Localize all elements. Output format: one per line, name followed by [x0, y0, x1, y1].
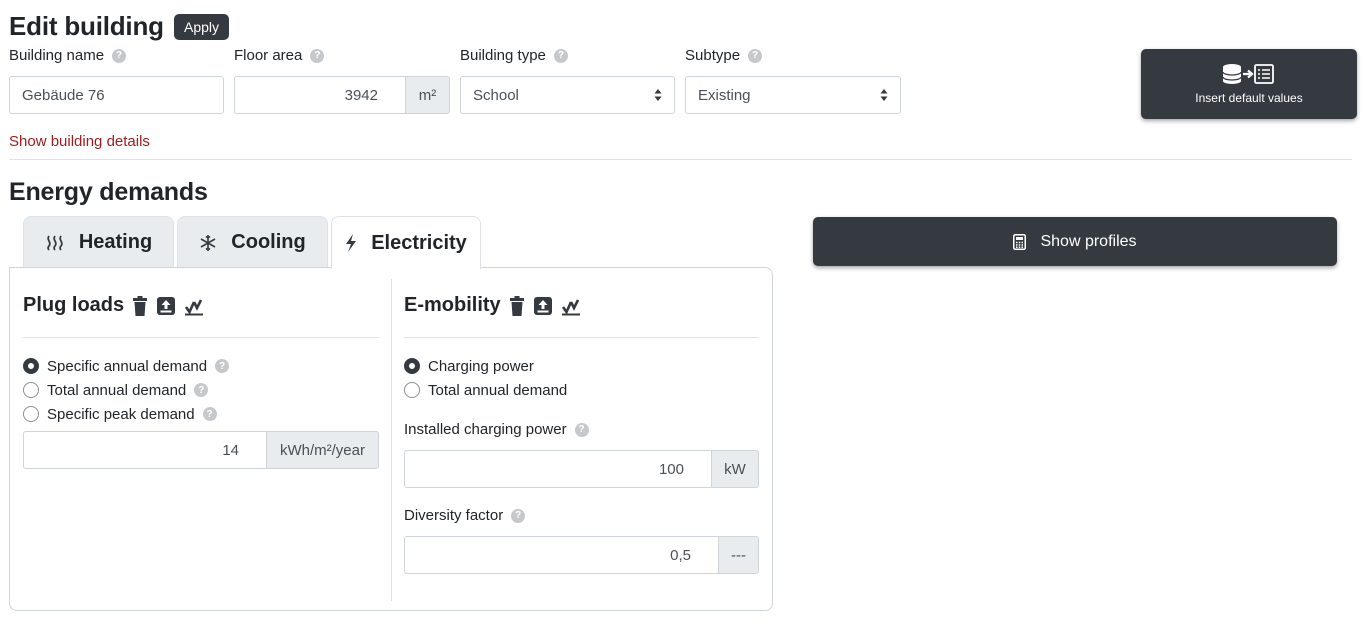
help-icon[interactable]: ? — [310, 48, 325, 63]
radio-total-annual-demand[interactable]: Total annual demand ? — [23, 378, 229, 402]
subtype-label: Subtype ? — [685, 47, 763, 64]
plug-loads-header: Plug loads — [23, 294, 204, 317]
installed-charging-power-label: Installed charging power ? — [404, 421, 589, 438]
trash-icon[interactable] — [509, 295, 525, 316]
diversity-factor-input[interactable]: 0,5 — [404, 536, 719, 574]
help-icon[interactable]: ? — [215, 359, 230, 373]
chart-edit-icon[interactable] — [561, 296, 581, 316]
help-icon[interactable]: ? — [574, 422, 589, 437]
installed-charging-power-unit: kW — [711, 450, 759, 488]
radio-button[interactable] — [404, 382, 420, 398]
divider — [9, 159, 1352, 160]
radio-button[interactable] — [23, 382, 39, 398]
emobility-options: Charging power Total annual demand — [404, 354, 567, 402]
upload-icon[interactable] — [533, 296, 553, 316]
energy-demands-title: Energy demands — [9, 178, 208, 206]
calculator-icon — [1013, 233, 1027, 250]
radio-specific-annual-demand[interactable]: Specific annual demand ? — [23, 354, 230, 378]
building-type-label: Building type ? — [460, 47, 568, 64]
diversity-factor-unit: --- — [718, 536, 759, 574]
diversity-factor-label: Diversity factor ? — [404, 507, 526, 524]
select-arrows-icon — [880, 89, 888, 101]
building-name-input[interactable]: Gebäude 76 — [9, 76, 224, 114]
floor-area-label: Floor area ? — [234, 47, 325, 64]
floor-area-input[interactable]: 3942 — [234, 76, 406, 114]
page-title: Edit building — [9, 11, 164, 41]
trash-icon[interactable] — [132, 295, 148, 316]
help-icon[interactable]: ? — [194, 383, 209, 397]
show-building-details-link[interactable]: Show building details — [9, 133, 150, 150]
subtype-select[interactable]: Existing — [685, 76, 901, 114]
lightning-icon — [346, 234, 357, 252]
emobility-header: E-mobility — [404, 294, 581, 317]
radio-button[interactable] — [404, 358, 420, 374]
tab-cooling[interactable]: Cooling — [177, 216, 328, 268]
select-arrows-icon — [654, 89, 662, 101]
plug-loads-options: Specific annual demand ? Total annual de… — [23, 354, 230, 426]
tab-heating[interactable]: Heating — [23, 216, 174, 268]
plug-loads-unit: kWh/m²/year — [266, 431, 379, 469]
help-icon[interactable]: ? — [511, 508, 526, 523]
plug-loads-value-input[interactable]: 14 — [23, 431, 267, 469]
column-divider — [391, 279, 392, 601]
upload-icon[interactable] — [156, 296, 176, 316]
help-icon[interactable]: ? — [112, 48, 127, 63]
radio-charging-power[interactable]: Charging power — [404, 354, 567, 378]
emobility-divider — [404, 337, 759, 338]
snowflake-icon — [200, 234, 216, 251]
database-to-list-icon — [1222, 64, 1274, 84]
help-icon[interactable]: ? — [748, 48, 763, 63]
tab-electricity[interactable]: Electricity — [331, 216, 481, 269]
radio-specific-peak-demand[interactable]: Specific peak demand ? — [23, 402, 229, 426]
floor-area-unit: m² — [405, 76, 450, 114]
apply-button[interactable]: Apply — [174, 14, 230, 40]
heat-waves-icon — [47, 234, 63, 251]
plug-loads-divider — [23, 337, 379, 338]
show-profiles-button[interactable]: Show profiles — [813, 217, 1337, 266]
radio-total-annual-demand[interactable]: Total annual demand — [404, 378, 567, 402]
help-icon[interactable]: ? — [202, 407, 217, 421]
radio-button[interactable] — [23, 406, 39, 422]
insert-default-values-button[interactable]: Insert default values — [1141, 49, 1357, 119]
building-type-select[interactable]: School — [460, 76, 675, 114]
installed-charging-power-input[interactable]: 100 — [404, 450, 712, 488]
building-name-label: Building name ? — [9, 47, 127, 64]
help-icon[interactable]: ? — [553, 48, 568, 63]
chart-edit-icon[interactable] — [184, 296, 204, 316]
radio-button[interactable] — [23, 358, 39, 374]
